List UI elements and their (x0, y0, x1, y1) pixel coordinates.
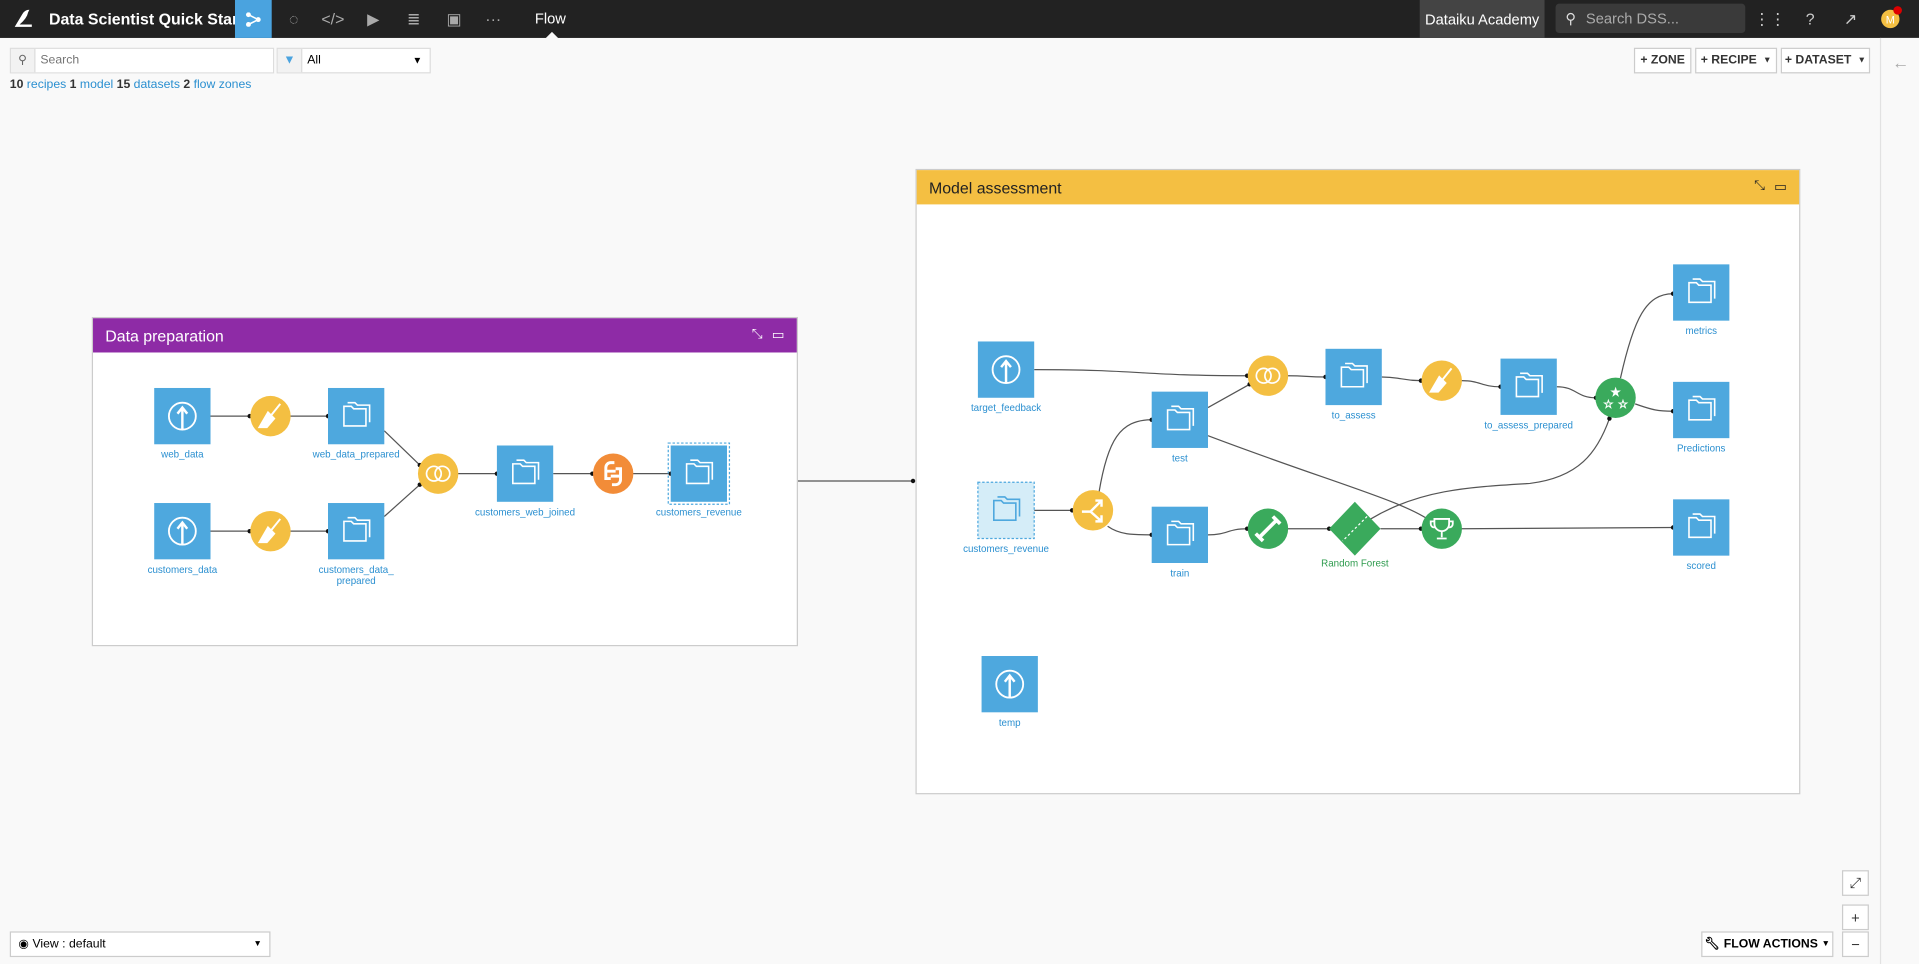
flow-edge (1287, 375, 1326, 378)
flow-actions-button[interactable]: 🔧︎ FLOW ACTIONS ▼ (1701, 931, 1834, 958)
edge-port (910, 478, 916, 484)
node-label[interactable]: target_feedback (971, 403, 1041, 414)
recipe-node-join2[interactable] (1247, 355, 1289, 396)
node-label[interactable]: web_data (160, 450, 204, 461)
recipe-node-prep2[interactable] (250, 510, 291, 552)
dataset-node-web-data-prepared[interactable]: web_data_prepared (312, 387, 400, 461)
zoom-in-button[interactable]: + (1841, 904, 1869, 931)
view-select[interactable]: ◉ View : default ▼ (9, 931, 271, 958)
flow-edge (1461, 526, 1674, 530)
node-label[interactable]: customers_revenue (656, 507, 742, 518)
svg-text:★: ★ (1604, 400, 1613, 411)
recipe-node-prep1[interactable] (250, 395, 291, 437)
recipe-node-join1[interactable] (417, 453, 459, 494)
flow-edge (1461, 380, 1501, 388)
dataset-node-customers-revenue-shared[interactable]: customers_revenue (963, 481, 1049, 555)
node-label[interactable]: Random Forest (1321, 559, 1389, 570)
node-label[interactable]: customers_data (148, 565, 218, 576)
dataset-node-customers-data-prepared[interactable]: customers_data_prepared (319, 503, 395, 587)
flow-edge (1107, 525, 1152, 536)
dataset-node-temp[interactable]: temp (981, 656, 1038, 729)
recipe-node-train-recipe[interactable] (1247, 508, 1289, 549)
flow-edge (383, 484, 421, 517)
node-label[interactable]: to_assess (1332, 411, 1376, 422)
flow-actions-label: FLOW ACTIONS (1723, 937, 1818, 951)
node-label[interactable]: metrics (1685, 326, 1717, 337)
flow-edge (1370, 418, 1611, 520)
flow-edge (1619, 293, 1674, 379)
chevron-down-icon: ▼ (253, 939, 262, 949)
dataset-node-to-assess-prepared[interactable]: to_assess_prepared (1484, 358, 1573, 432)
node-label[interactable]: to_assess_prepared (1484, 420, 1573, 431)
dataset-node-metrics[interactable]: metrics (1673, 264, 1730, 337)
dataset-node-customers-web-joined[interactable]: customers_web_joined (475, 445, 575, 518)
recipe-node-prep3[interactable] (1421, 360, 1462, 401)
dss-flow-page: Data Scientist Quick Start ◌ </> ▶ ≣ ▣ ·… (0, 0, 1919, 964)
dataset-node-predictions[interactable]: Predictions (1673, 381, 1730, 455)
flow-edge (1098, 419, 1152, 493)
dataset-node-customers-data[interactable]: customers_data (148, 503, 218, 576)
svg-text:★: ★ (1619, 400, 1628, 411)
dataset-node-target-feedback[interactable]: target_feedback (971, 341, 1041, 414)
node-label[interactable]: customers_revenue (963, 544, 1049, 555)
recipe-node-evaluate[interactable]: ★ ★ ★ (1595, 377, 1636, 418)
view-label: View : default (32, 937, 106, 951)
dataset-node-customers-revenue[interactable]: customers_revenue (656, 442, 742, 518)
chevron-down-icon: ▼ (1821, 939, 1831, 949)
node-label[interactable]: prepared (337, 576, 376, 587)
flow-edge (1207, 435, 1435, 525)
model-node-random-forest[interactable]: Random Forest (1321, 501, 1389, 570)
recipe-node-split[interactable] (1072, 490, 1114, 531)
svg-text:★: ★ (1611, 387, 1620, 398)
node-label[interactable]: scored (1687, 561, 1716, 572)
recipe-node-python1[interactable] (592, 453, 634, 494)
flow-edge (1207, 383, 1250, 409)
node-label[interactable]: test (1172, 453, 1188, 464)
flow-edge (1207, 528, 1248, 536)
dataset-node-web-data[interactable]: web_data (154, 387, 211, 461)
dataset-node-train[interactable]: train (1151, 506, 1208, 580)
node-label[interactable]: web_data_prepared (312, 450, 400, 461)
eye-icon: ◉ (18, 937, 30, 951)
dataset-node-scored[interactable]: scored (1673, 499, 1730, 572)
zoom-out-button[interactable]: − (1841, 931, 1869, 958)
recipe-node-score[interactable] (1421, 508, 1462, 549)
flow-edge (1556, 386, 1596, 399)
dataset-node-to-assess[interactable]: to_assess (1325, 348, 1382, 422)
node-label[interactable]: customers_web_joined (475, 507, 575, 518)
node-label[interactable]: Predictions (1677, 444, 1725, 455)
dataset-node-test[interactable]: test (1151, 391, 1208, 465)
fit-to-screen-button[interactable]: ⤢ (1841, 870, 1869, 896)
flow-graph: web_data web_data_prepared customers_data c… (148, 264, 1730, 729)
node-label[interactable]: temp (999, 718, 1021, 729)
wrench-icon: 🔧︎ (1704, 937, 1721, 951)
node-label[interactable]: train (1170, 568, 1189, 579)
flow-edge (1381, 376, 1421, 382)
node-label[interactable]: customers_data_ (319, 565, 395, 576)
flow-edge (1634, 403, 1674, 412)
flow-edge (1034, 369, 1248, 377)
